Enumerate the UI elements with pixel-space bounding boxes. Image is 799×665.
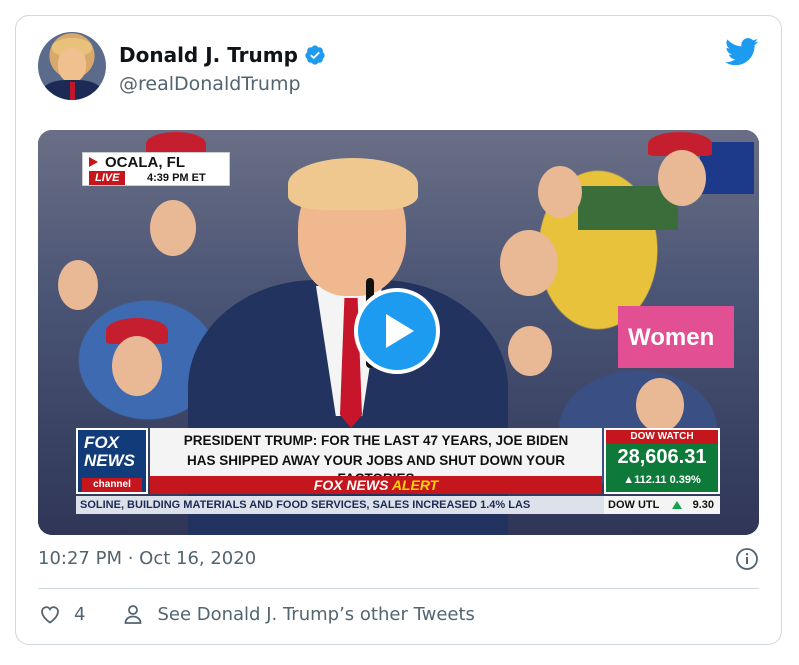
tweet-timestamp[interactable]: 10:27 PM · Oct 16, 2020 — [38, 548, 256, 569]
video-player[interactable]: Women OCALA, FL LIVE 4:39 PM ET FOX NEWS — [38, 130, 759, 535]
dow-watch-title: DOW WATCH — [606, 430, 718, 444]
author-name-row[interactable]: Donald J. Trump — [119, 43, 326, 67]
crowd-face — [150, 200, 196, 256]
author-handle[interactable]: @realDonaldTrump — [119, 73, 301, 95]
crowd-face — [658, 150, 706, 206]
avatar-tie — [70, 82, 75, 100]
crowd-face — [538, 166, 582, 218]
location-city: OCALA, FL — [105, 154, 185, 171]
dow-value: 28,606.31 — [617, 446, 707, 468]
live-badge: LIVE — [89, 171, 126, 185]
verified-badge-icon — [305, 45, 325, 65]
crowd-face — [636, 378, 684, 432]
news-alert-bar: FOX NEWS ALERT — [150, 476, 602, 494]
fox-logo-line: channel — [82, 478, 142, 492]
news-lower-third: FOX NEWS channel PRESIDENT TRUMP: FOR TH… — [76, 428, 720, 514]
broadcast-time: 4:39 PM ET — [147, 172, 206, 184]
tweet-actions: 4 See Donald J. Trump’s other Tweets — [38, 602, 475, 626]
crowd-face — [58, 260, 98, 310]
headline-box: PRESIDENT TRUMP: FOR THE LAST 47 YEARS, … — [150, 428, 602, 486]
ticker-text: SOLINE, BUILDING MATERIALS AND FOOD SERV… — [80, 499, 531, 511]
tweet-card[interactable]: Donald J. Trump @realDonaldTrump Women O… — [15, 15, 782, 645]
avatar[interactable] — [38, 32, 106, 100]
see-other-tweets-link[interactable]: See Donald J. Trump’s other Tweets — [157, 604, 474, 625]
avatar-face — [58, 48, 86, 82]
ticker-dow-value: 9.30 — [692, 499, 714, 511]
ticker-dow-label: DOW UTL — [608, 499, 660, 511]
crowd-sign-text: Women — [628, 324, 715, 351]
location-arrow-icon — [89, 157, 98, 167]
fox-logo-line: NEWS — [84, 451, 135, 470]
play-button[interactable] — [354, 288, 440, 374]
dow-watch-box: DOW WATCH 28,606.31 ▲112.11 0.39% — [604, 428, 720, 494]
author-display-name[interactable]: Donald J. Trump — [119, 43, 298, 67]
location-bug: OCALA, FL LIVE 4:39 PM ET — [82, 152, 230, 186]
twitter-bird-icon[interactable] — [725, 38, 759, 66]
fox-news-logo: FOX NEWS channel — [76, 428, 148, 494]
like-count[interactable]: 4 — [74, 604, 85, 625]
crowd-sign-women: Women — [618, 306, 734, 368]
crowd-face — [112, 336, 162, 396]
crowd-face — [508, 326, 552, 376]
speaker-hair — [288, 158, 418, 210]
heart-icon[interactable] — [38, 602, 62, 626]
ticker-dow-utilities: DOW UTL 9.30 — [604, 496, 720, 514]
crowd-face — [500, 230, 558, 296]
info-icon[interactable] — [735, 547, 759, 571]
alert-word: ALERT — [391, 477, 439, 493]
dow-change: ▲112.11 0.39% — [623, 474, 701, 486]
divider — [38, 588, 759, 589]
fox-logo-line: FOX — [84, 433, 119, 452]
person-icon[interactable] — [121, 602, 145, 626]
play-icon — [386, 314, 414, 348]
alert-prefix: FOX NEWS — [313, 477, 389, 493]
up-triangle-icon — [672, 501, 682, 509]
headline-line: PRESIDENT TRUMP: FOR THE LAST 47 YEARS, … — [183, 433, 569, 448]
news-ticker: SOLINE, BUILDING MATERIALS AND FOOD SERV… — [76, 496, 720, 514]
